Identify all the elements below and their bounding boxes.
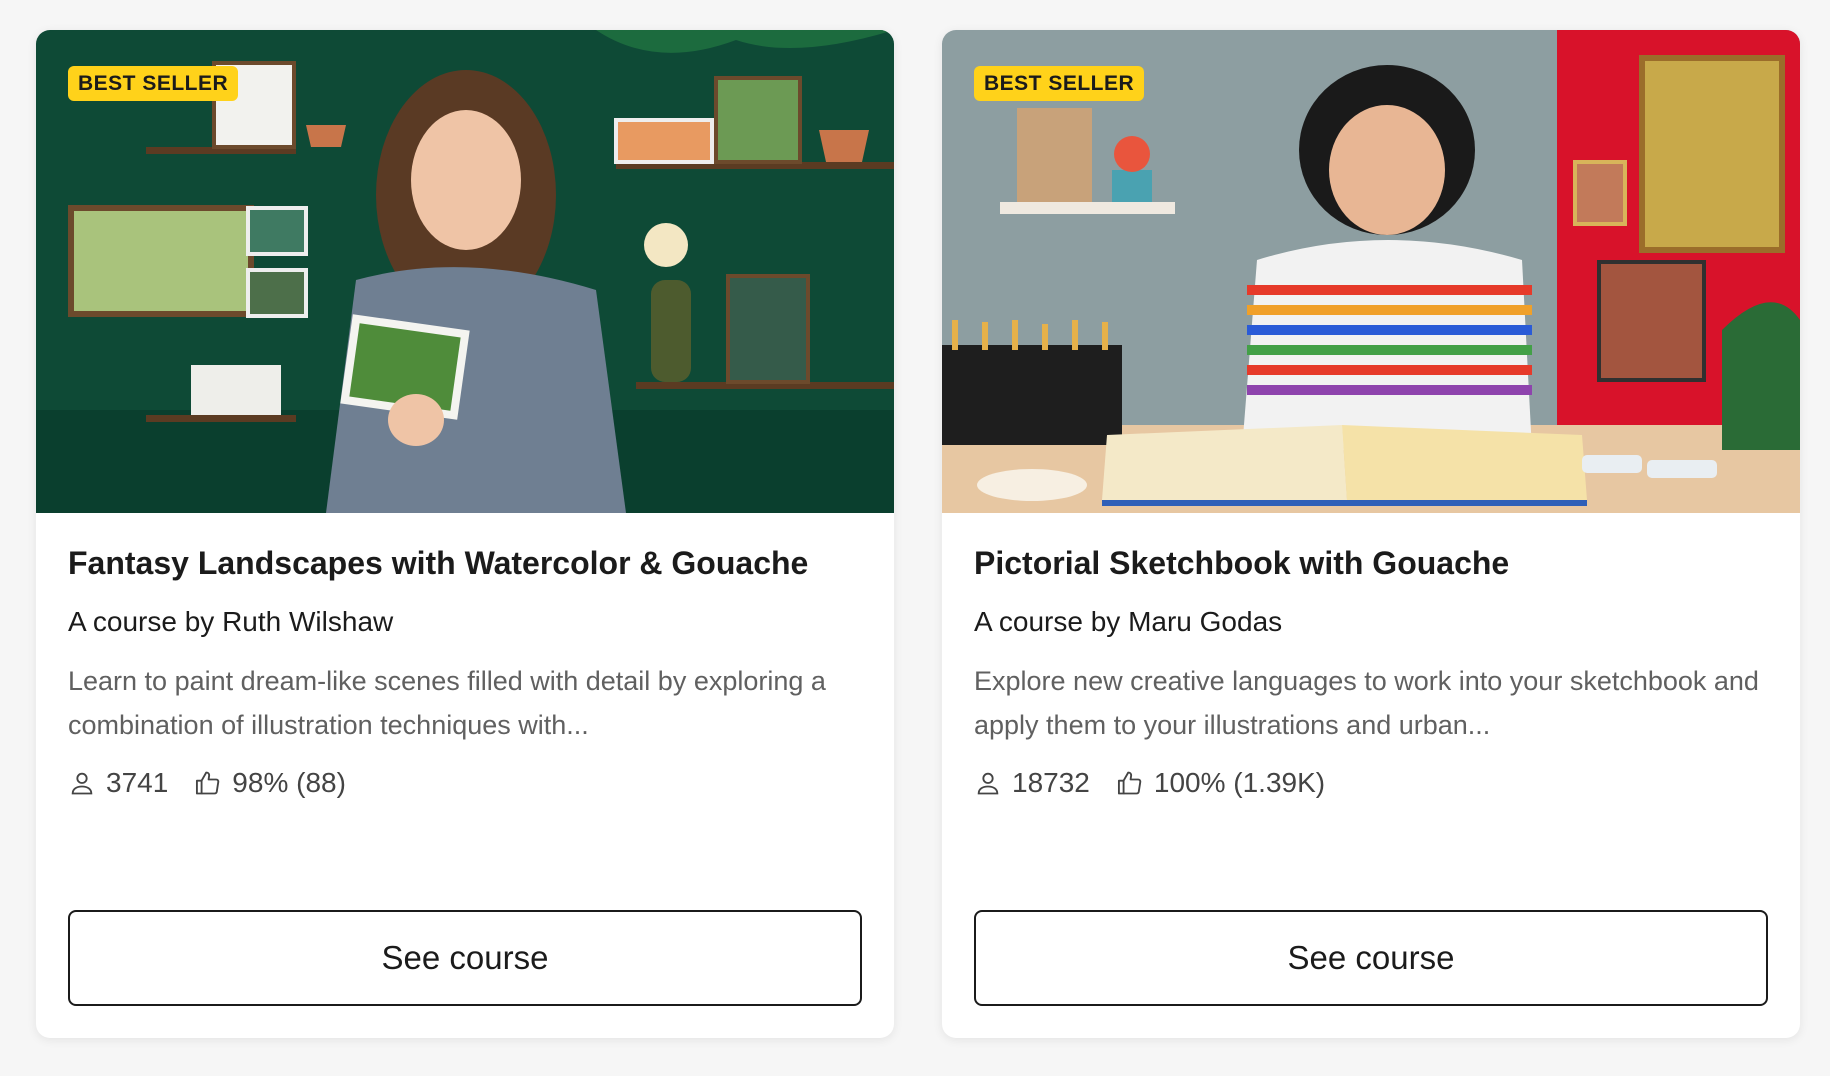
course-stats: 18732 100% (1.39K) [974, 763, 1768, 803]
course-title[interactable]: Fantasy Landscapes with Watercolor & Gou… [68, 541, 862, 585]
students-count: 3741 [106, 767, 169, 798]
user-icon [71, 772, 93, 795]
students-stat: 18732 [974, 763, 1090, 803]
course-stats: 3741 98% (88) [68, 763, 862, 803]
see-course-button[interactable]: See course [974, 910, 1768, 1006]
thumbs-up-icon [196, 771, 220, 795]
rating-stat: 100% (1.39K) [1116, 763, 1325, 803]
best-seller-badge: BEST SELLER [974, 66, 1145, 101]
course-thumbnail-image [36, 30, 894, 513]
course-thumbnail[interactable]: BEST SELLER [36, 30, 894, 513]
course-author: A course by Ruth Wilshaw [68, 606, 394, 637]
students-count: 18732 [1012, 767, 1090, 798]
see-course-button[interactable]: See course [68, 910, 862, 1006]
course-card[interactable]: BEST SELLER Pictorial Sketchbook with Go… [942, 30, 1800, 1038]
course-grid: BEST SELLER Fantasy Landscapes with Wate… [36, 30, 1800, 1038]
thumbs-up-icon [1117, 771, 1142, 795]
rating-stat: 98% (88) [194, 763, 346, 803]
rating-value: 100% (1.39K) [1153, 767, 1326, 798]
course-thumbnail-image [942, 30, 1800, 513]
course-thumbnail[interactable]: BEST SELLER [942, 30, 1800, 513]
course-description: Explore new creative languages to work i… [974, 666, 1759, 740]
best-seller-badge: BEST SELLER [68, 66, 239, 101]
course-description: Learn to paint dream-like scenes filled … [68, 666, 826, 740]
students-stat: 3741 [68, 763, 168, 803]
course-card-body: Fantasy Landscapes with Watercolor & Gou… [36, 513, 894, 1038]
course-card[interactable]: BEST SELLER Fantasy Landscapes with Wate… [36, 30, 894, 1038]
user-icon [977, 772, 999, 795]
course-card-body: Pictorial Sketchbook with Gouache A cour… [942, 513, 1800, 1038]
rating-value: 98% (88) [232, 767, 346, 798]
course-title[interactable]: Pictorial Sketchbook with Gouache [974, 541, 1768, 585]
course-author: A course by Maru Godas [974, 606, 1283, 637]
